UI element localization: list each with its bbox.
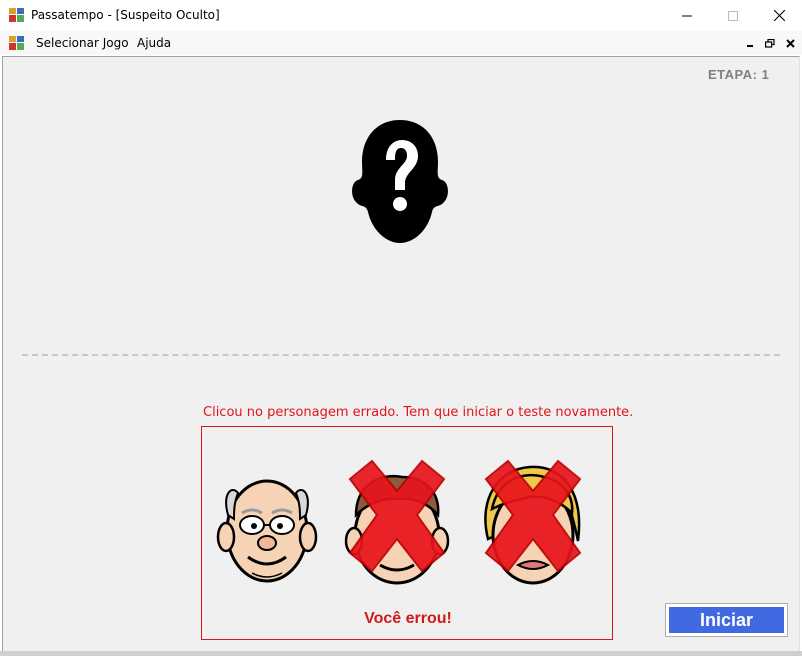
- menu-item-ajuda[interactable]: Ajuda: [137, 36, 171, 50]
- mdi-close-button[interactable]: [782, 34, 798, 52]
- start-button-label: Iniciar: [669, 607, 784, 633]
- menu-bar: Selecionar Jogo Ajuda: [0, 31, 802, 55]
- window-bottom-border: [0, 651, 802, 656]
- app-icon: [9, 8, 24, 22]
- maximize-button[interactable]: [710, 0, 756, 31]
- minimize-icon: [747, 45, 753, 47]
- start-button[interactable]: Iniciar: [665, 603, 788, 637]
- mystery-head-icon: [352, 120, 448, 243]
- title-bar: Passatempo - [Suspeito Oculto]: [0, 0, 802, 31]
- dashed-separator: [22, 354, 780, 356]
- mdi-restore-button[interactable]: [762, 34, 778, 52]
- minimize-button[interactable]: [664, 0, 710, 31]
- minimize-icon: [682, 15, 692, 16]
- characters-panel: Você errou!: [201, 426, 613, 640]
- maximize-icon: [728, 10, 738, 21]
- restore-icon: [765, 38, 775, 48]
- close-button[interactable]: [756, 0, 802, 31]
- mdi-child-icon[interactable]: [9, 36, 24, 50]
- result-label: Você errou!: [364, 610, 452, 627]
- error-message: Clicou no personagem errado. Tem que ini…: [203, 405, 634, 420]
- menu-item-selecionar-jogo[interactable]: Selecionar Jogo: [36, 36, 129, 50]
- mdi-minimize-button[interactable]: [742, 34, 758, 52]
- old-man-face[interactable]: [212, 453, 322, 598]
- window-title: Passatempo - [Suspeito Oculto]: [31, 8, 220, 22]
- young-man-face[interactable]: [342, 453, 452, 598]
- close-icon: [785, 38, 795, 48]
- woman-face[interactable]: [478, 449, 588, 594]
- close-icon: [773, 10, 785, 21]
- stage-label: ETAPA: 1: [708, 67, 770, 82]
